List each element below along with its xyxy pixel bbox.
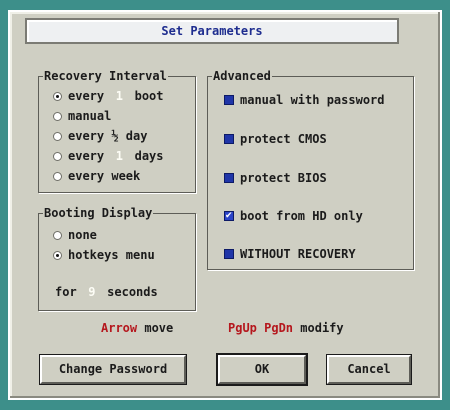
timeout-seconds-field[interactable]: 9 [84, 286, 100, 299]
option-label: WITHOUT RECOVERY [240, 247, 356, 261]
option-label: boot from HD only [240, 209, 363, 223]
radio-icon [53, 152, 62, 161]
radio-icon [53, 231, 62, 240]
booting-display-group: Booting Display none hotkeys menu for 9 … [38, 206, 196, 311]
advanced-option-manual-with-password[interactable]: manual with password [224, 93, 385, 107]
advanced-group: Advanced manual with password protect CM… [207, 69, 414, 270]
advanced-option-protect-bios[interactable]: protect BIOS [224, 171, 327, 185]
radio-icon [53, 112, 62, 121]
booting-display-legend: Booting Display [43, 206, 154, 220]
arrow-key-hint: Arrow move [101, 321, 173, 335]
recovery-option-manual[interactable]: manual [53, 109, 111, 123]
recovery-interval-group: Recovery Interval every 1 boot manual ev… [38, 69, 196, 193]
timeout-label: for [55, 285, 77, 299]
dialog-title: Set Parameters [25, 18, 399, 44]
ok-button[interactable]: OK [218, 355, 306, 384]
checkbox-icon [224, 249, 234, 259]
advanced-legend: Advanced [212, 69, 272, 83]
checkbox-icon [224, 134, 234, 144]
recovery-option-every-boot[interactable]: every 1 boot [53, 89, 164, 103]
change-password-button[interactable]: Change Password [40, 355, 186, 384]
option-label: every [68, 89, 105, 103]
advanced-option-boot-from-hd-only[interactable]: boot from HD only [224, 209, 363, 223]
option-label-suffix: boot [134, 89, 164, 103]
option-label: manual with password [240, 93, 385, 107]
page-key-hint: PgUp PgDn modify [228, 321, 344, 335]
radio-icon [53, 92, 62, 101]
option-label: manual [68, 109, 112, 123]
timeout-unit: seconds [107, 285, 158, 299]
screen: Set Parameters Recovery Interval every 1… [0, 0, 450, 410]
radio-icon [53, 251, 62, 260]
checkbox-checked-icon [224, 209, 234, 223]
day-count-field[interactable]: 1 [111, 150, 127, 163]
radio-icon [53, 172, 62, 181]
display-option-hotkeys-menu[interactable]: hotkeys menu [53, 248, 155, 262]
radio-icon [53, 132, 62, 141]
recovery-option-every-days[interactable]: every 1 days [53, 149, 164, 163]
checkbox-icon [224, 95, 234, 105]
cancel-button[interactable]: Cancel [327, 355, 411, 384]
option-label: hotkeys menu [68, 248, 155, 262]
recovery-option-half-day[interactable]: every ½ day [53, 129, 147, 143]
page-keys-action: modify [300, 321, 344, 335]
option-label: every week [68, 169, 141, 183]
option-label: none [68, 228, 97, 242]
display-timeout: for 9 seconds [55, 285, 158, 299]
display-option-none[interactable]: none [53, 228, 97, 242]
recovery-interval-legend: Recovery Interval [43, 69, 168, 83]
option-label-suffix: days [134, 149, 164, 163]
advanced-option-protect-cmos[interactable]: protect CMOS [224, 132, 327, 146]
advanced-option-without-recovery[interactable]: WITHOUT RECOVERY [224, 247, 356, 261]
option-label: protect CMOS [240, 132, 327, 146]
arrow-key-action: move [144, 321, 174, 335]
boot-count-field[interactable]: 1 [111, 90, 127, 103]
recovery-option-every-week[interactable]: every week [53, 169, 140, 183]
arrow-key-label: Arrow [101, 321, 138, 335]
page-keys-label: PgUp PgDn [228, 321, 294, 335]
option-label: every ½ day [68, 129, 148, 143]
option-label: every [68, 149, 105, 163]
checkbox-icon [224, 173, 234, 183]
option-label: protect BIOS [240, 171, 327, 185]
